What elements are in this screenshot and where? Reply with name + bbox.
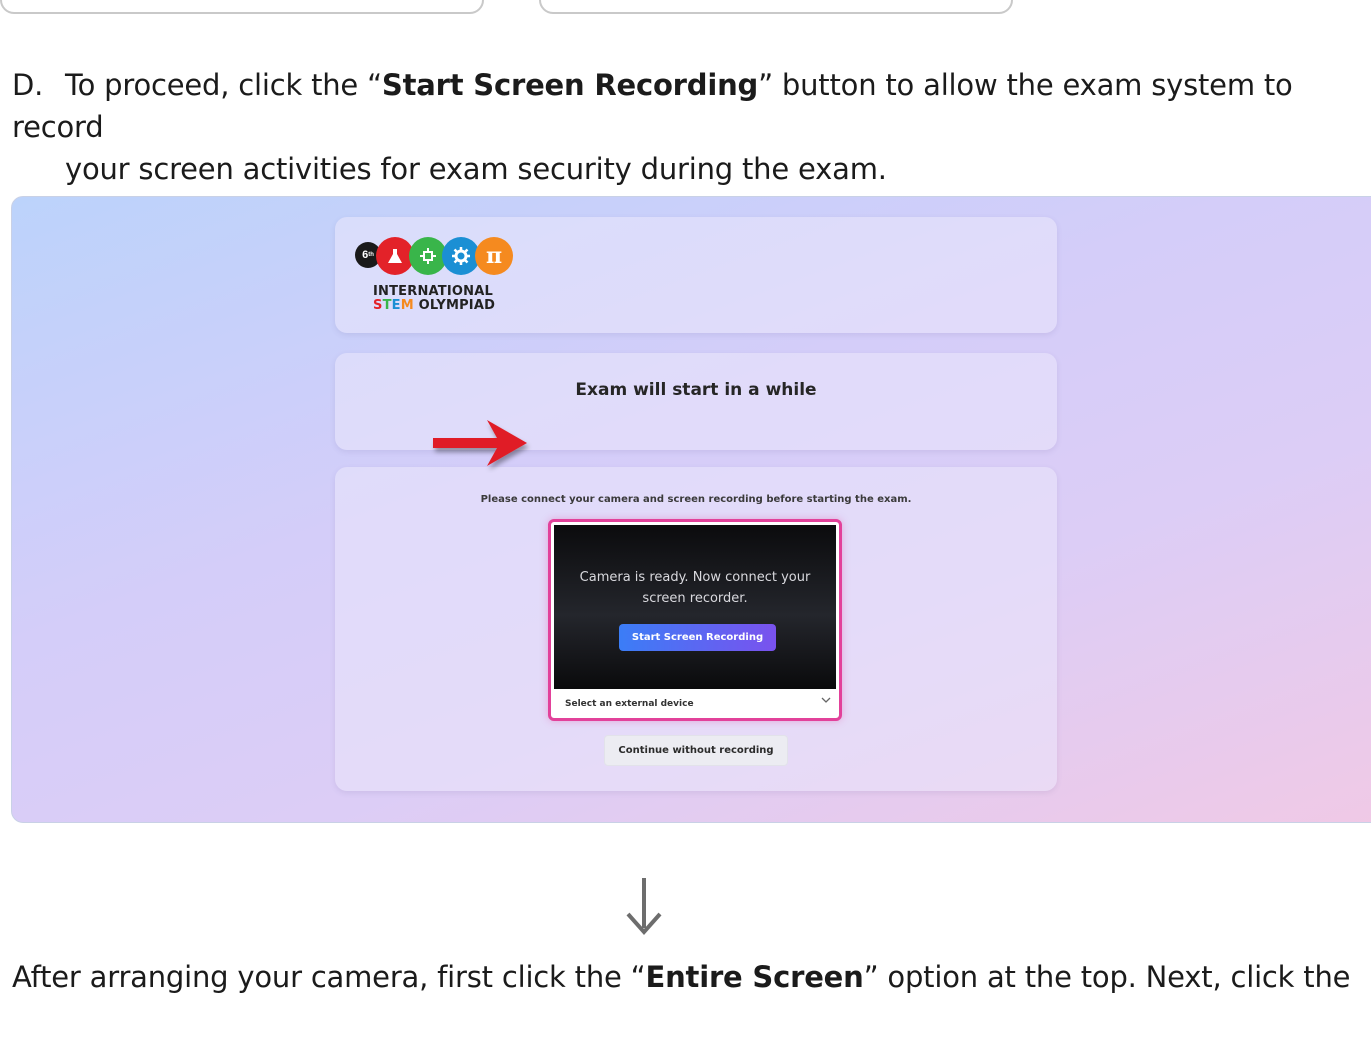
- step-d-text-pre: To proceed, click the “: [65, 68, 382, 102]
- step-d-line2: your screen activities for exam security…: [65, 152, 887, 186]
- camera-preview: Camera is ready. Now connect your screen…: [554, 525, 836, 689]
- down-arrow-icon: [626, 878, 662, 936]
- camera-message-line1: Camera is ready. Now connect your: [579, 570, 811, 585]
- logo-text-line1: INTERNATIONAL: [373, 284, 493, 299]
- camera-preview-frame: Camera is ready. Now connect your screen…: [548, 519, 842, 721]
- stem-olympiad-logo: 6th π INTERNATIONAL STEM OLYMPIAD: [355, 237, 515, 313]
- previous-image-frame-right: [539, 0, 1013, 14]
- status-title: Exam will start in a while: [575, 380, 817, 400]
- instruction-text: Please connect your camera and screen re…: [480, 494, 912, 505]
- previous-image-frame-left: [0, 0, 484, 14]
- step-d-paragraph: D. To proceed, click the “Start Screen Re…: [12, 64, 1371, 190]
- external-device-select[interactable]: Select an external device: [554, 691, 836, 717]
- device-select-label: Select an external device: [565, 699, 694, 709]
- step-d-bold: Start Screen Recording: [381, 68, 759, 102]
- bottom-text-post: ” option at the top. Next, click the: [863, 960, 1351, 994]
- start-screen-recording-button[interactable]: Start Screen Recording: [619, 624, 776, 651]
- recording-setup-card: Please connect your camera and screen re…: [335, 467, 1057, 791]
- red-arrow-icon: [433, 420, 527, 466]
- logo-letter-e: E: [391, 298, 401, 313]
- step-marker: D.: [12, 68, 44, 102]
- bottom-bold: Entire Screen: [645, 960, 864, 994]
- camera-message-line2: screen recorder.: [642, 591, 748, 606]
- bottom-paragraph: After arranging your camera, first click…: [12, 956, 1367, 998]
- logo-text-rest: OLYMPIAD: [413, 298, 496, 313]
- badge-suffix: th: [368, 252, 374, 258]
- chevron-down-icon: [820, 694, 832, 709]
- logo-letter-s: S: [373, 298, 383, 313]
- logo-letter-t: T: [382, 298, 392, 313]
- pi-icon: π: [475, 237, 513, 275]
- logo-card: 6th π INTERNATIONAL STEM OLYMPIAD: [335, 217, 1057, 333]
- exam-screenshot: 6th π INTERNATIONAL STEM OLYMPIAD Exam w…: [11, 196, 1371, 823]
- continue-without-recording-button[interactable]: Continue without recording: [604, 735, 788, 766]
- logo-text-line2: STEM OLYMPIAD: [373, 299, 515, 313]
- logo-letter-m: M: [400, 298, 414, 313]
- camera-status-message: Camera is ready. Now connect your screen…: [554, 567, 836, 609]
- bottom-text-pre: After arranging your camera, first click…: [12, 960, 646, 994]
